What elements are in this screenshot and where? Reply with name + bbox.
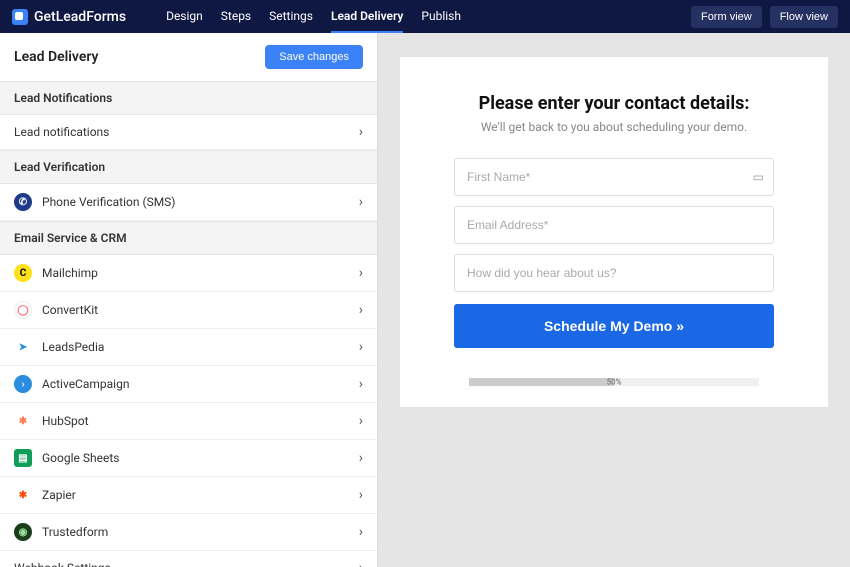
- chevron-right-icon: ›: [359, 124, 363, 140]
- chevron-right-icon: ›: [359, 265, 363, 281]
- mailchimp-icon: C: [14, 264, 32, 282]
- section-lead-verification: Lead Verification: [0, 150, 377, 184]
- chevron-right-icon: ›: [359, 376, 363, 392]
- chevron-right-icon: ›: [359, 339, 363, 355]
- row-label: LeadsPedia: [42, 340, 349, 354]
- preview-area: Please enter your contact details: We'll…: [378, 33, 850, 567]
- chevron-right-icon: ›: [359, 302, 363, 318]
- section-lead-notifications: Lead Notifications: [0, 81, 377, 115]
- row-google-sheets[interactable]: ▤ Google Sheets ›: [0, 440, 377, 477]
- row-label: ConvertKit: [42, 303, 349, 317]
- form-title: Please enter your contact details:: [444, 93, 784, 114]
- flow-view-button[interactable]: Flow view: [770, 6, 838, 28]
- chevron-right-icon: ›: [359, 194, 363, 210]
- row-mailchimp[interactable]: C Mailchimp ›: [0, 255, 377, 292]
- row-label: Trustedform: [42, 525, 349, 539]
- row-zapier[interactable]: ✱ Zapier ›: [0, 477, 377, 514]
- row-webhook[interactable]: Webhook Settings ›: [0, 551, 377, 567]
- top-nav: Design Steps Settings Lead Delivery Publ…: [166, 1, 461, 33]
- progress-bar: 50%: [469, 378, 759, 386]
- row-label: Webhook Settings: [14, 561, 349, 567]
- progress-fill: [469, 378, 614, 386]
- nav-design[interactable]: Design: [166, 1, 203, 33]
- row-activecampaign[interactable]: › ActiveCampaign ›: [0, 366, 377, 403]
- row-label: Google Sheets: [42, 451, 349, 465]
- row-label: Mailchimp: [42, 266, 349, 280]
- row-phone-verification[interactable]: ✆ Phone Verification (SMS) ›: [0, 184, 377, 221]
- trustedform-icon: ◉: [14, 523, 32, 541]
- save-button[interactable]: Save changes: [265, 45, 363, 69]
- row-label: Lead notifications: [14, 125, 349, 139]
- chevron-right-icon: ›: [359, 413, 363, 429]
- row-label: ActiveCampaign: [42, 377, 349, 391]
- row-label: Zapier: [42, 488, 349, 502]
- chevron-right-icon: ›: [359, 560, 363, 567]
- progress-label: 50%: [607, 378, 622, 387]
- google-sheets-icon: ▤: [14, 449, 32, 467]
- row-lead-notifications[interactable]: Lead notifications ›: [0, 115, 377, 150]
- brand: GetLeadForms: [12, 9, 126, 25]
- chevron-right-icon: ›: [359, 524, 363, 540]
- zapier-icon: ✱: [14, 486, 32, 504]
- activecampaign-icon: ›: [14, 375, 32, 393]
- convertkit-icon: ◯: [14, 301, 32, 319]
- hubspot-icon: ✱: [14, 412, 32, 430]
- chevron-right-icon: ›: [359, 450, 363, 466]
- phone-icon: ✆: [14, 193, 32, 211]
- chevron-right-icon: ›: [359, 487, 363, 503]
- nav-settings[interactable]: Settings: [269, 1, 313, 33]
- row-hubspot[interactable]: ✱ HubSpot ›: [0, 403, 377, 440]
- row-label: Phone Verification (SMS): [42, 195, 349, 209]
- row-label: HubSpot: [42, 414, 349, 428]
- email-input[interactable]: [454, 206, 774, 244]
- form-view-button[interactable]: Form view: [691, 6, 762, 28]
- nav-steps[interactable]: Steps: [221, 1, 251, 33]
- row-convertkit[interactable]: ◯ ConvertKit ›: [0, 292, 377, 329]
- schedule-demo-button[interactable]: Schedule My Demo »: [454, 304, 774, 348]
- nav-publish[interactable]: Publish: [421, 1, 461, 33]
- row-leadspedia[interactable]: ➤ LeadsPedia ›: [0, 329, 377, 366]
- hear-about-input[interactable]: [454, 254, 774, 292]
- sidebar-title: Lead Delivery: [14, 49, 98, 65]
- brand-icon: [12, 9, 28, 25]
- autofill-icon: ▭: [753, 170, 764, 184]
- form-card: Please enter your contact details: We'll…: [400, 57, 828, 407]
- leadspedia-icon: ➤: [14, 338, 32, 356]
- sidebar: Lead Delivery Save changes Lead Notifica…: [0, 33, 378, 567]
- first-name-input[interactable]: [454, 158, 774, 196]
- brand-name: GetLeadForms: [34, 9, 126, 25]
- section-email-crm: Email Service & CRM: [0, 221, 377, 255]
- nav-lead-delivery[interactable]: Lead Delivery: [331, 1, 403, 33]
- form-subtitle: We'll get back to you about scheduling y…: [444, 120, 784, 134]
- row-trustedform[interactable]: ◉ Trustedform ›: [0, 514, 377, 551]
